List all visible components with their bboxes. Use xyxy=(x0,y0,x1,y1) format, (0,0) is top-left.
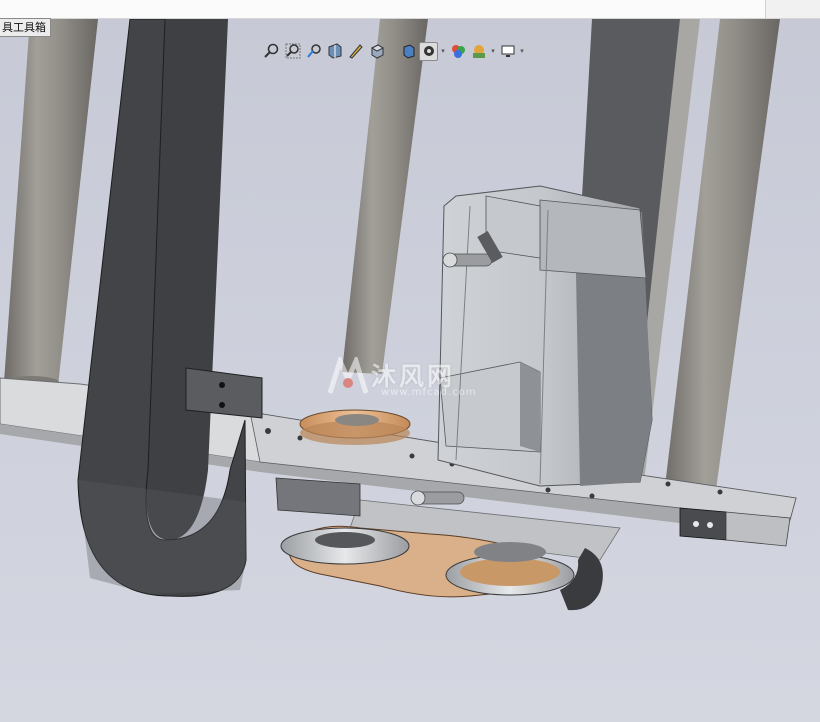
previous-view-button[interactable] xyxy=(304,42,323,61)
view-orientation-button[interactable] xyxy=(367,42,386,61)
end-bracket-pad xyxy=(725,511,791,547)
display-style-icon xyxy=(403,44,414,59)
zoom-to-fit-icon xyxy=(263,43,278,58)
chevron-down-icon[interactable]: ▾ xyxy=(519,47,525,55)
section-view-icon xyxy=(328,43,341,59)
chevron-down-icon[interactable]: ▾ xyxy=(490,47,496,55)
flange-block xyxy=(275,477,361,517)
zoom-to-fit-button[interactable] xyxy=(262,42,281,61)
motor-end-cap xyxy=(539,199,647,279)
section-view-button[interactable] xyxy=(325,42,344,61)
zoom-to-area-button[interactable] xyxy=(283,42,302,61)
dynamic-annotation-icon xyxy=(348,44,363,59)
watermark: 沐风网 www.mfcad.com xyxy=(326,357,506,403)
apply-scene-button[interactable] xyxy=(469,42,488,61)
cable-chain-band xyxy=(78,480,246,594)
window-title-bar xyxy=(0,0,820,19)
watermark-url: www.mfcad.com xyxy=(381,387,477,398)
dynamic-annotation-button[interactable] xyxy=(346,42,365,61)
view-settings-button[interactable] xyxy=(498,42,517,61)
view-settings-icon xyxy=(501,45,514,57)
edit-appearance-button[interactable] xyxy=(448,42,467,61)
zoom-to-area-icon xyxy=(285,43,300,59)
apply-scene-icon xyxy=(472,45,485,58)
edit-appearance-icon xyxy=(451,45,465,58)
chain-bracket xyxy=(185,367,263,419)
previous-view-icon xyxy=(306,44,321,58)
hide-show-items-button[interactable] xyxy=(419,41,438,61)
display-style-button[interactable] xyxy=(398,42,417,61)
watermark-logo-icon xyxy=(327,357,369,394)
view-orientation-icon xyxy=(370,44,384,59)
window-controls-area[interactable] xyxy=(765,0,820,18)
chevron-down-icon[interactable]: ▾ xyxy=(440,47,446,55)
guide-rod-center xyxy=(342,19,428,374)
end-bracket xyxy=(679,507,727,541)
guide-rod-left xyxy=(4,19,98,386)
lock-pin-lower xyxy=(410,490,465,506)
toolbox-tab[interactable]: 具工具箱 xyxy=(0,18,51,37)
heads-up-view-toolbar: ▾ ▾ ▾ xyxy=(262,41,525,61)
graphics-area[interactable]: ▾ ▾ ▾ 沐风网 www.mfcad.com xyxy=(0,19,820,722)
hide-show-items-icon xyxy=(423,46,434,56)
